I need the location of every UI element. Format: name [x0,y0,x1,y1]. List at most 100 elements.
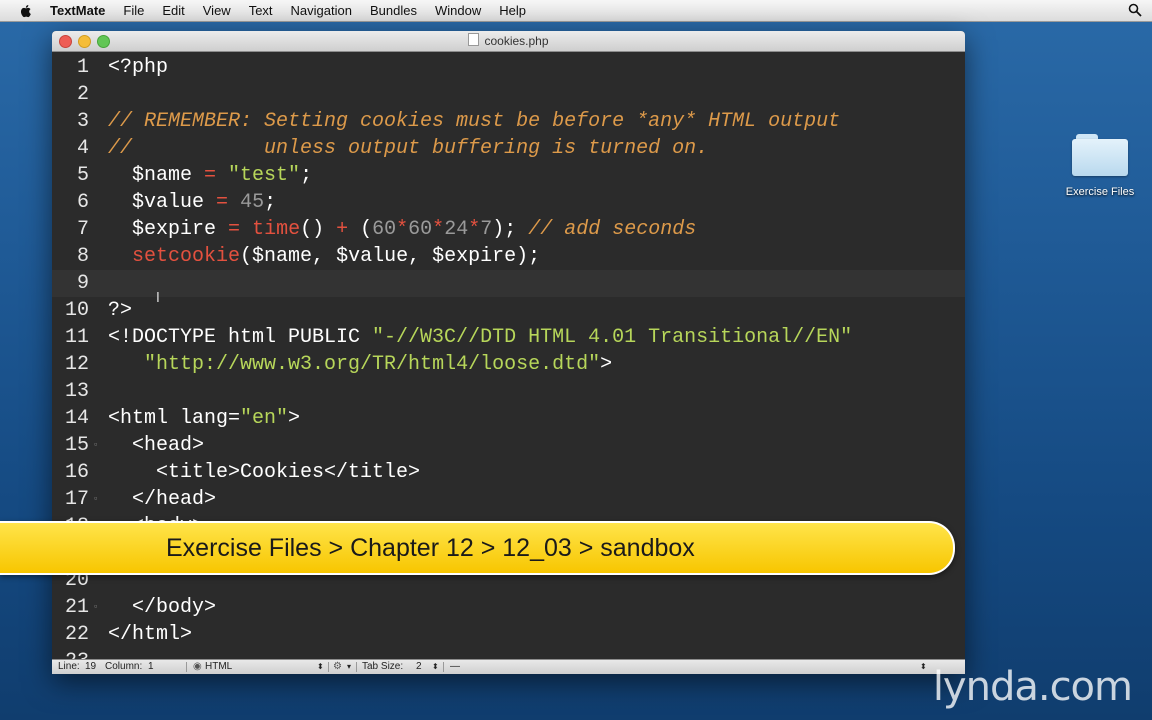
line-number: 10 [64,299,89,322]
desktop-icon-label: Exercise Files [1065,186,1135,198]
line-number: 13 [64,380,89,403]
window-title-text: cookies.php [484,34,549,48]
code-text: $name = "test"; [108,162,312,189]
code-text: </body> [108,594,216,621]
code-line[interactable]: 14 <html lang="en"> [52,405,965,432]
code-token: time [252,218,301,241]
apple-icon[interactable] [18,3,34,19]
code-line[interactable]: 9 [52,270,965,297]
column-value: 1 [148,661,154,672]
code-token: "test" [228,164,301,187]
line-number: 21 [64,596,89,619]
code-line[interactable]: 12 "http://www.w3.org/TR/html4/loose.dtd… [52,351,965,378]
code-text: <?php [108,54,168,81]
menu-bundles[interactable]: Bundles [361,0,426,21]
fold-marker-icon[interactable]: ▫ [93,495,101,504]
gear-dropdown-icon[interactable]: ▾ [347,660,351,674]
code-token: "-//W3C//DTD HTML 4.01 Transitional//EN" [372,326,853,349]
line-number: 3 [76,110,89,133]
language-icon: ◉ [193,661,202,672]
code-text: <head> [108,432,204,459]
code-token: // REMEMBER: Setting cookies must be bef… [108,110,841,133]
code-token: > [600,353,613,376]
line-number: 8 [76,245,89,268]
code-token: // add seconds [528,218,697,241]
code-text: <!DOCTYPE html PUBLIC "-//W3C//DTD HTML … [108,324,852,351]
code-token: </body> [108,596,217,619]
code-text: <title>Cookies</title> [108,459,420,486]
code-line[interactable]: 15 ▫ <head> [52,432,965,459]
line-number: 4 [76,137,89,160]
code-text: </head> [108,486,216,513]
line-number: 6 [76,191,89,214]
menu-edit[interactable]: Edit [153,0,193,21]
code-token: ; [300,164,313,187]
code-token: </html> [108,623,193,646]
line-number: 14 [64,407,89,430]
tab-size-chevron-icon[interactable]: ⬍ [432,660,439,674]
code-token: 24 [444,218,469,241]
code-token: * [396,218,409,241]
language-popup[interactable]: HTML [205,660,232,674]
menu-view[interactable]: View [194,0,240,21]
code-token: "en" [240,407,289,430]
window-titlebar[interactable]: cookies.php [52,31,965,52]
symbol-popup-chevron-icon[interactable]: ⬍ [920,660,927,674]
line-number: 15 [64,434,89,457]
code-token: $name [108,164,205,187]
code-token: ?> [108,299,133,322]
code-text: $value = 45; [108,189,276,216]
symbol-popup-icon[interactable]: — [450,660,460,674]
code-line[interactable]: 4 // unless output buffering is turned on… [52,135,965,162]
code-line[interactable]: 5 $name = "test"; [52,162,965,189]
fold-marker-icon[interactable]: ▫ [93,441,101,450]
menu-help[interactable]: Help [490,0,535,21]
code-token: <title>Cookies</title> [108,461,421,484]
gear-icon[interactable]: ⚙ [333,660,342,674]
code-line[interactable]: 22 </html> [52,621,965,648]
menu-file[interactable]: File [114,0,153,21]
code-line[interactable]: 10 ?> [52,297,965,324]
window-title: cookies.php [52,31,965,51]
status-bar: Line: 19 Column: 1 ◉ HTML ⬍ ⚙ ▾ Tab Size… [52,659,965,674]
code-line[interactable]: 16 <title>Cookies</title> [52,459,965,486]
fold-marker-icon[interactable]: ▫ [93,603,101,612]
line-label: Line: [58,661,80,672]
menu-bar: TextMate File Edit View Text Navigation … [0,0,1152,22]
code-line[interactable]: 3 // REMEMBER: Setting cookies must be be… [52,108,965,135]
code-token: ); [492,218,529,241]
code-line[interactable]: 21 ▫ </body> [52,594,965,621]
code-text: // unless output buffering is turned on. [108,135,708,162]
code-line[interactable]: 11 <!DOCTYPE html PUBLIC "-//W3C//DTD HTM… [52,324,965,351]
code-token: > [288,407,301,430]
menu-window[interactable]: Window [426,0,490,21]
code-line[interactable]: 6 $value = 45; [52,189,965,216]
tab-size-label[interactable]: Tab Size: [362,660,403,674]
code-token: <head> [108,434,205,457]
menu-text[interactable]: Text [240,0,282,21]
code-token: <?php [108,56,169,79]
code-token: "http://www.w3.org/TR/html4/loose.dtd" [144,353,601,376]
code-line[interactable]: 7 $expire = time() + (60*60*24*7); // ad… [52,216,965,243]
desktop-folder-exercise-files[interactable]: Exercise Files [1062,130,1138,198]
spotlight-search-icon[interactable] [1128,3,1142,17]
code-token: // unless output buffering is turned on. [108,137,709,160]
line-number: 5 [76,164,89,187]
line-number: 2 [76,83,89,106]
code-line[interactable]: 17 ▫ </head> [52,486,965,513]
language-popup-chevron-icon[interactable]: ⬍ [317,660,324,674]
tab-size-value[interactable]: 2 [416,660,422,674]
code-line[interactable]: 13 [52,378,965,405]
code-line[interactable]: 8 setcookie($name, $value, $expire); [52,243,965,270]
menu-app-name[interactable]: TextMate [46,0,114,21]
code-token: <!DOCTYPE html PUBLIC [108,326,373,349]
line-value: 19 [85,661,97,672]
line-number: 22 [64,623,89,646]
code-line[interactable]: 1 <?php [52,54,965,81]
code-line[interactable]: 2 [52,81,965,108]
menu-navigation[interactable]: Navigation [282,0,361,21]
code-token: * [468,218,481,241]
